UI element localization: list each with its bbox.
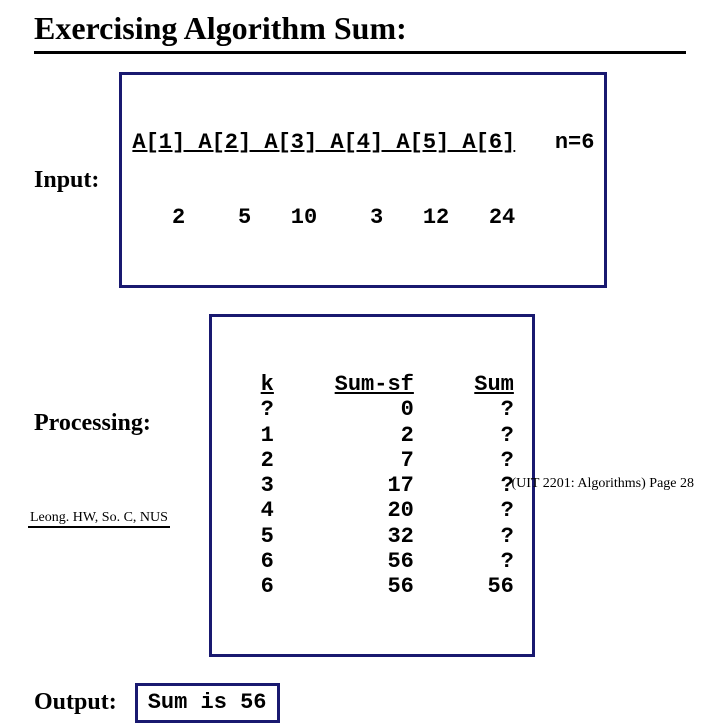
input-section: Input: A[1] A[2] A[3] A[4] A[5] A[6] n=6… [34,72,686,288]
footer-right: (UIT 2201: Algorithms) Page 28 [511,476,694,492]
footer-left: Leong. HW, So. C, NUS [28,510,170,528]
output-label: Output: [34,689,117,716]
processing-box: kSum-sfSum?0?12?27?317?420?532?656?65656 [209,314,535,657]
output-box: Sum is 56 [135,683,280,722]
input-box: A[1] A[2] A[3] A[4] A[5] A[6] n=6 2 5 10… [119,72,607,288]
output-section: Output: Sum is 56 [34,683,686,722]
processing-label: Processing: [34,410,151,437]
input-label: Input: [34,167,99,194]
slide-title: Exercising Algorithm Sum: [34,10,686,54]
